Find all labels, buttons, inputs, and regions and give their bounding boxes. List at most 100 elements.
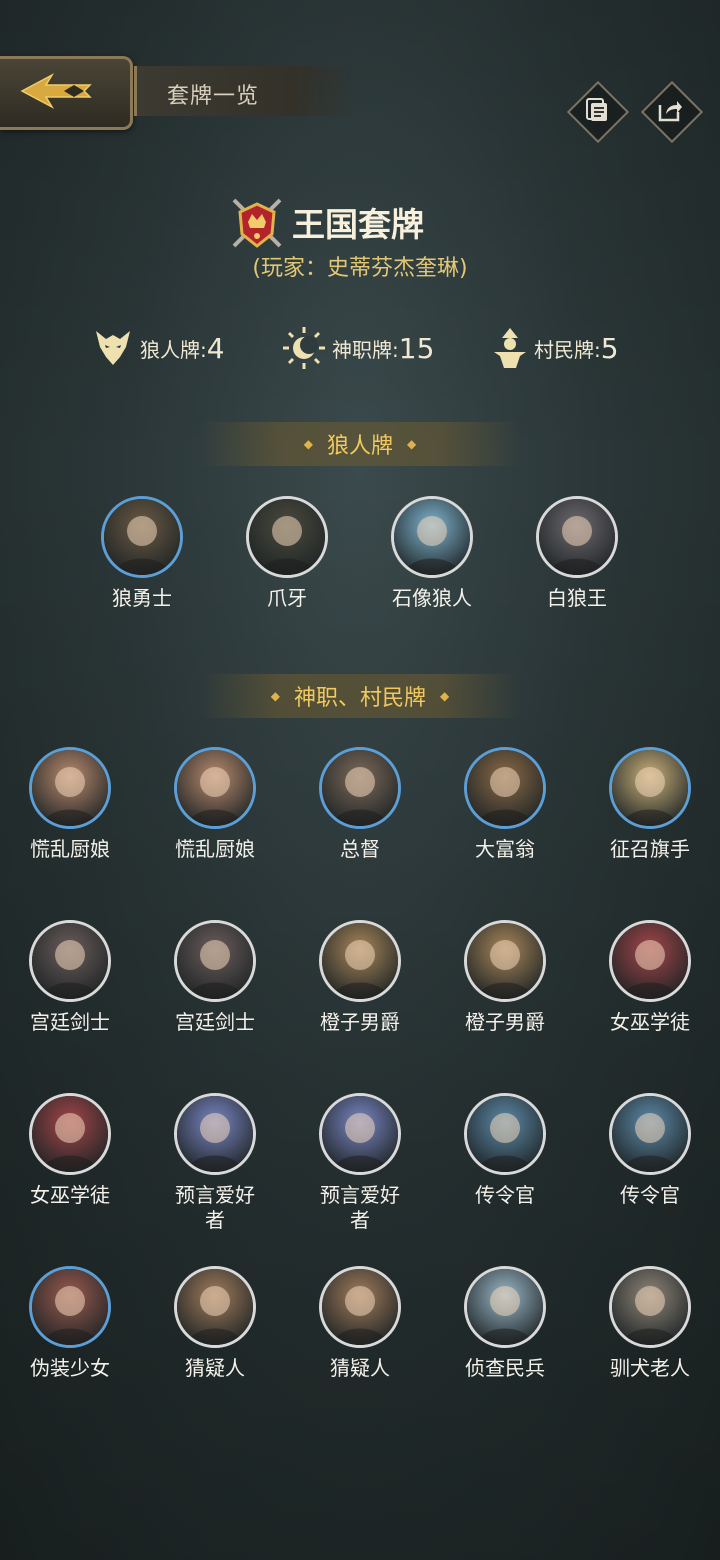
role-name: 狼勇士 [112, 586, 172, 610]
role-name: 橙子男爵 [465, 1010, 545, 1034]
role-avatar [29, 920, 111, 1002]
role-avatar [464, 920, 546, 1002]
diamond-dot-icon: ◆ [440, 689, 450, 703]
role-name: 传令官 [475, 1183, 535, 1207]
portrait-icon [177, 750, 253, 826]
portrait-icon [467, 923, 543, 999]
portrait-icon [467, 1269, 543, 1345]
portrait-icon [177, 1096, 253, 1172]
share-icon [658, 101, 682, 122]
portrait-icon [467, 1096, 543, 1172]
portrait-icon [322, 750, 398, 826]
stat-werewolf-label: 狼人牌: [140, 337, 207, 362]
role-avatar [174, 1266, 256, 1348]
back-button[interactable] [0, 56, 133, 130]
wolf-icon [96, 331, 130, 365]
role-name: 驯犬老人 [610, 1356, 690, 1380]
diamond-dot-icon: ◆ [303, 437, 313, 451]
role-card[interactable]: 侦查民兵 [445, 1266, 565, 1381]
role-card[interactable]: 预言爱好者 [300, 1093, 420, 1233]
role-name: 宫廷剑士 [30, 1010, 110, 1034]
role-name: 侦查民兵 [465, 1356, 545, 1380]
role-card[interactable]: 白狼王 [517, 496, 637, 611]
share-button[interactable] [640, 80, 704, 144]
role-card[interactable]: 狼勇士 [82, 496, 202, 611]
role-avatar [29, 747, 111, 829]
role-card[interactable]: 传令官 [445, 1093, 565, 1208]
notes-button[interactable] [566, 80, 630, 144]
role-avatar [319, 920, 401, 1002]
role-name: 总督 [340, 837, 380, 861]
role-avatar [391, 496, 473, 578]
stat-god-label: 神职牌: [332, 337, 399, 362]
portrait-icon [32, 923, 108, 999]
back-arrow-icon [20, 73, 92, 109]
villager-icon [494, 328, 526, 368]
portrait-icon [104, 499, 180, 575]
section-title: 狼人牌 [326, 434, 393, 459]
role-name: 宫廷剑士 [175, 1010, 255, 1034]
role-name: 石像狼人 [392, 586, 472, 610]
document-icon [586, 98, 607, 121]
role-card[interactable]: 石像狼人 [372, 496, 492, 611]
stat-werewolf-value: 4 [206, 331, 225, 365]
role-avatar [609, 1093, 691, 1175]
role-name: 慌乱厨娘 [30, 837, 110, 861]
role-avatar [609, 747, 691, 829]
role-avatar [29, 1266, 111, 1348]
role-card[interactable]: 猜疑人 [300, 1266, 420, 1381]
role-name: 预言爱好者 [320, 1183, 400, 1232]
role-card[interactable]: 女巫学徒 [10, 1093, 130, 1208]
role-card[interactable]: 橙子男爵 [300, 920, 420, 1035]
role-avatar [464, 1266, 546, 1348]
role-avatar [101, 496, 183, 578]
role-card[interactable]: 大富翁 [445, 747, 565, 862]
diamond-dot-icon: ◆ [270, 689, 280, 703]
role-avatar [609, 1266, 691, 1348]
portrait-icon [177, 1269, 253, 1345]
portrait-icon [32, 750, 108, 826]
role-card[interactable]: 传令官 [590, 1093, 710, 1208]
role-card[interactable]: 宫廷剑士 [10, 920, 130, 1035]
stat-villager-value: 5 [600, 331, 619, 365]
role-card[interactable]: 驯犬老人 [590, 1266, 710, 1381]
portrait-icon [177, 923, 253, 999]
page-title: 套牌一览 [167, 84, 260, 109]
role-card[interactable]: 猜疑人 [155, 1266, 275, 1381]
role-card[interactable]: 慌乱厨娘 [10, 747, 130, 862]
stat-god-value: 15 [398, 331, 435, 365]
role-avatar [536, 496, 618, 578]
stat-god: 神职牌: 15 [282, 326, 434, 370]
role-card[interactable]: 慌乱厨娘 [155, 747, 275, 862]
section-header-gods-villagers: ◆ 神职、村民牌 ◆ [200, 674, 520, 718]
role-name: 橙子男爵 [320, 1010, 400, 1034]
role-avatar [319, 747, 401, 829]
role-name: 女巫学徒 [610, 1010, 690, 1034]
role-name: 猜疑人 [330, 1356, 390, 1380]
role-card[interactable]: 预言爱好者 [155, 1093, 275, 1233]
role-card[interactable]: 伪装少女 [10, 1266, 130, 1381]
portrait-icon [249, 499, 325, 575]
portrait-icon [322, 923, 398, 999]
role-avatar [464, 747, 546, 829]
role-avatar [246, 496, 328, 578]
role-avatar [174, 1093, 256, 1175]
role-name: 预言爱好者 [175, 1183, 255, 1232]
role-name: 爪牙 [267, 586, 307, 610]
role-name: 慌乱厨娘 [175, 837, 255, 861]
role-name: 白狼王 [547, 586, 607, 610]
section-header-werewolves: ◆ 狼人牌 ◆ [200, 422, 520, 466]
portrait-icon [322, 1096, 398, 1172]
role-avatar [319, 1266, 401, 1348]
stat-werewolf: 狼人牌: 4 [92, 326, 225, 370]
portrait-icon [394, 499, 470, 575]
role-name: 大富翁 [475, 837, 535, 861]
role-card[interactable]: 宫廷剑士 [155, 920, 275, 1035]
role-card[interactable]: 橙子男爵 [445, 920, 565, 1035]
role-card[interactable]: 爪牙 [227, 496, 347, 611]
role-card[interactable]: 总督 [300, 747, 420, 862]
role-card[interactable]: 女巫学徒 [590, 920, 710, 1035]
portrait-icon [612, 750, 688, 826]
role-avatar [609, 920, 691, 1002]
role-card[interactable]: 征召旗手 [590, 747, 710, 862]
